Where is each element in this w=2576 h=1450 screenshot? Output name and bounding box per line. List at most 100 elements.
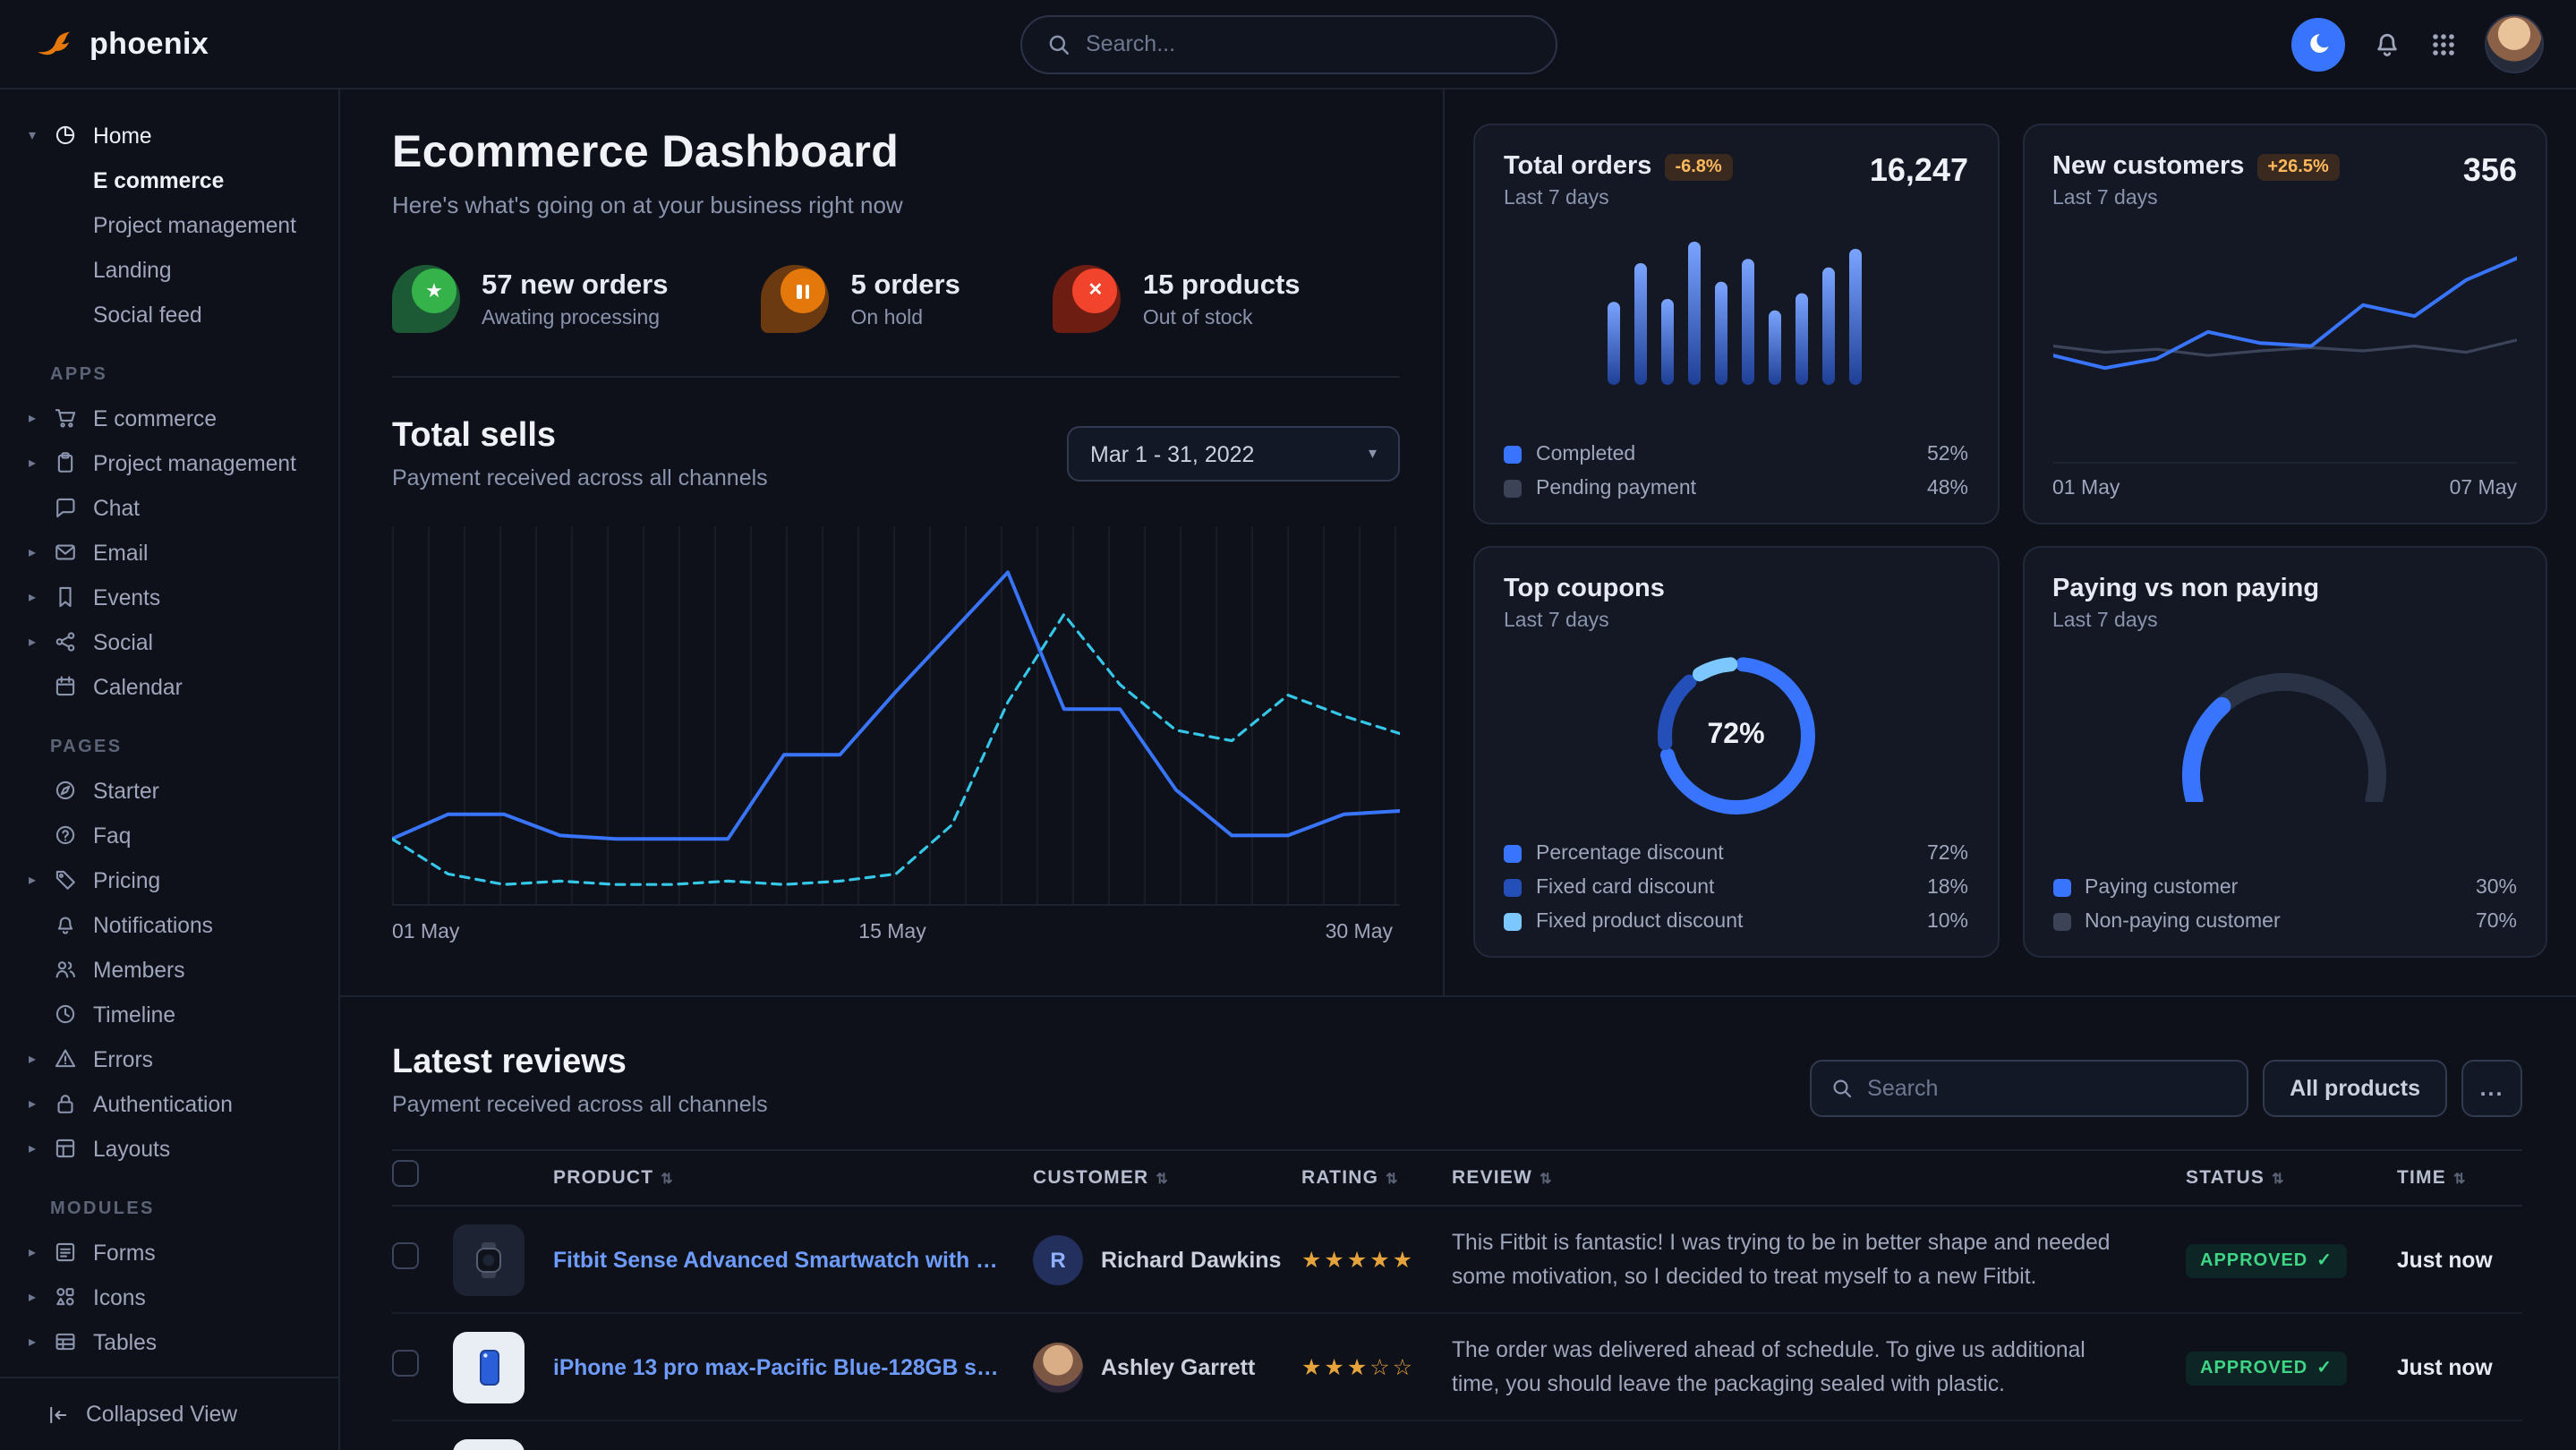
legend-item: Non-paying customer70% [2052,911,2517,933]
search-input[interactable] [1086,31,1530,56]
time-cell: Just now [2397,1247,2522,1272]
compass-icon [54,779,93,802]
chevron-right-icon: ▸ [29,589,54,605]
sidebar-item-ecommerce-app[interactable]: ▸ E commerce [0,396,338,440]
chevron-down-icon: ▾ [1369,444,1377,464]
sidebar-item-chat[interactable]: Chat [0,485,338,530]
notifications-button[interactable] [2372,29,2402,59]
row-checkbox[interactable] [392,1349,419,1376]
top-navbar: phoenix [0,0,2576,90]
paying-gauge-chart [2151,650,2419,802]
global-search[interactable] [1019,14,1557,73]
calendar-icon [54,675,93,698]
sidebar-item-authentication[interactable]: ▸ Authentication [0,1081,338,1126]
top-coupons-card: Top coupons Last 7 days 72% Percentage d… [1473,546,1999,958]
legend-item: Fixed product discount10% [1504,911,1968,933]
sidebar-item-timeline[interactable]: Timeline [0,992,338,1036]
date-range-select[interactable]: Mar 1 - 31, 2022 ▾ [1067,426,1400,482]
row-checkbox[interactable] [392,1241,419,1268]
sidebar-item-social[interactable]: ▸ Social [0,619,338,664]
bell-icon [54,913,93,936]
sidebar-item-calendar[interactable]: Calendar [0,664,338,709]
clipboard-icon [54,451,93,474]
chevron-right-icon: ▸ [29,1140,54,1156]
sidebar-item-home[interactable]: ▾ Home [0,113,338,158]
review-text: This Fitbit is fantastic! I was trying t… [1452,1226,2186,1292]
sidebar-item-email[interactable]: ▸ Email [0,530,338,575]
reviews-search-input[interactable] [1867,1076,2227,1101]
customer-avatar[interactable]: R [1033,1234,1083,1284]
sidebar: ▾ Home E commerce Project management Lan… [0,90,340,1450]
status-badge: APPROVED✓ [2186,1243,2347,1277]
stat-orders-on-hold: 5 ordersOn hold [762,265,960,333]
sidebar-subitem-ecommerce[interactable]: E commerce [0,158,338,202]
x-icon: ✕ [1053,265,1122,333]
theme-toggle-button[interactable] [2291,17,2345,71]
collapse-sidebar-button[interactable]: Collapsed View [0,1377,338,1450]
chevron-right-icon: ▸ [29,1289,54,1305]
app-window: phoenix [0,0,2576,1450]
legend-item: Pending payment48% [1504,478,1968,499]
sidebar-item-pricing[interactable]: ▸ Pricing [0,857,338,902]
sidebar-item-tables[interactable]: ▸ Tables [0,1319,338,1364]
legend-item: Paying customer30% [2052,877,2517,899]
product-thumbnail-iphone[interactable] [453,1331,525,1403]
envelope-icon [54,541,93,564]
bookmark-icon [54,585,93,609]
sidebar-item-notifications[interactable]: Notifications [0,902,338,947]
sort-icon: ⇅ [661,1170,674,1186]
sidebar-section-pages: PAGES [0,738,338,757]
chevron-down-icon: ▾ [29,127,54,143]
brand-logo[interactable]: phoenix [32,22,209,65]
status-badge: APPROVED✓ [2186,1351,2347,1385]
check-icon: ✓ [2316,1358,2333,1378]
sidebar-item-faq[interactable]: Faq [0,813,338,857]
table-row: Fitbit Sense Advanced Smartwatch with To… [392,1207,2522,1314]
product-thumbnail-smartwatch[interactable] [453,1224,525,1295]
total-sells-chart [392,526,1400,906]
chevron-right-icon: ▸ [29,455,54,471]
sidebar-item-layouts[interactable]: ▸ Layouts [0,1126,338,1171]
tag-icon [54,868,93,891]
column-rating[interactable]: RATING⇅ [1301,1167,1452,1189]
sidebar-item-errors[interactable]: ▸ Errors [0,1036,338,1081]
all-products-filter-button[interactable]: All products [2263,1060,2447,1117]
select-all-checkbox[interactable] [392,1160,419,1187]
sidebar-item-starter[interactable]: Starter [0,768,338,813]
sort-icon: ⇅ [1386,1170,1399,1186]
dashboard-left-pane: Ecommerce Dashboard Here's what's going … [340,90,1445,995]
column-review[interactable]: REVIEW⇅ [1452,1167,2186,1189]
sidebar-subitem-project-management[interactable]: Project management [0,202,338,247]
product-thumbnail[interactable] [453,1439,525,1450]
sidebar-subitem-social-feed[interactable]: Social feed [0,292,338,337]
legend-item: Fixed card discount18% [1504,877,1968,899]
customer-avatar[interactable] [1033,1342,1083,1392]
stat-out-of-stock: ✕ 15 productsOut of stock [1053,265,1301,333]
chevron-right-icon: ▸ [29,1244,54,1260]
user-avatar[interactable] [2485,14,2544,73]
sidebar-item-forms[interactable]: ▸ Forms [0,1230,338,1275]
apps-menu-button[interactable] [2429,30,2458,58]
column-product[interactable]: PRODUCT⇅ [553,1167,1033,1189]
chevron-right-icon: ▸ [29,872,54,888]
column-status[interactable]: STATUS⇅ [2186,1167,2397,1189]
sidebar-item-icons[interactable]: ▸ Icons [0,1275,338,1319]
star-icon: ★ [392,265,460,333]
column-customer[interactable]: CUSTOMER⇅ [1033,1167,1301,1189]
sidebar-subitem-landing[interactable]: Landing [0,247,338,292]
sidebar-item-events[interactable]: ▸ Events [0,575,338,619]
sidebar-section-modules: MODULES [0,1199,338,1219]
chevron-right-icon: ▸ [29,1334,54,1350]
column-time[interactable]: TIME⇅ [2397,1167,2522,1189]
latest-reviews-section: Latest reviews Payment received across a… [340,997,2576,1450]
more-options-button[interactable]: ... [2461,1060,2522,1117]
reviews-search[interactable] [1810,1060,2248,1117]
sidebar-item-project-management-app[interactable]: ▸ Project management [0,440,338,485]
product-link: Fitbit Sense Advanced Smartwatch with To… [553,1247,1033,1272]
sidebar-item-members[interactable]: Members [0,947,338,992]
sidebar-item-components[interactable]: ▸ Components [0,1364,338,1377]
chevron-right-icon: ▸ [29,1096,54,1112]
check-icon: ✓ [2316,1250,2333,1270]
users-icon [54,958,93,981]
latest-reviews-title: Latest reviews [392,1044,768,1083]
